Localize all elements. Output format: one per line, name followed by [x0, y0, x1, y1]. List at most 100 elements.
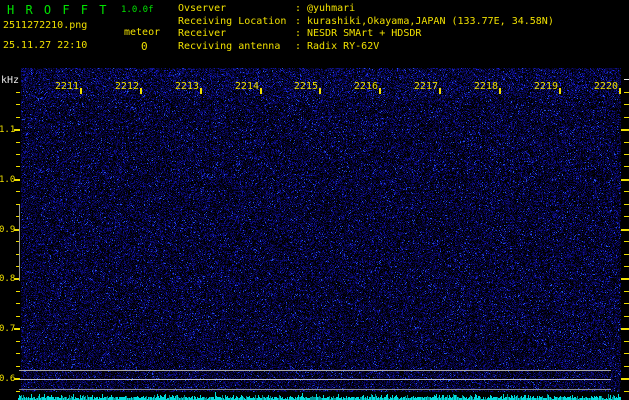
freq-minor-tick-right [624, 104, 629, 105]
info-separator: : [295, 16, 307, 29]
signal-level-strip-canvas [18, 392, 621, 400]
freq-minor-tick-left [16, 341, 20, 342]
freq-minor-tick-right [624, 92, 629, 93]
freq-minor-tick-left [16, 353, 20, 354]
freq-minor-tick-right [624, 204, 629, 205]
time-label: 2215 [278, 81, 318, 92]
freq-minor-tick-right [624, 291, 629, 292]
info-value: @yuhmari [307, 3, 355, 16]
freq-minor-tick-right [624, 79, 629, 80]
freq-minor-tick-left [16, 391, 20, 392]
info-row-location: Receiving Location: kurashiki,Okayama,JAP… [178, 16, 554, 29]
freq-axis-label: 1.1 [0, 125, 15, 135]
freq-minor-tick-right [624, 166, 629, 167]
marker-line [19, 205, 20, 281]
freq-minor-tick-left [16, 291, 20, 292]
freq-major-tick-right [621, 328, 629, 330]
info-label: Ovserver [178, 3, 295, 16]
info-row-antenna: Recviving antenna: Radix RY-62V [178, 41, 554, 54]
freq-minor-tick-right [624, 154, 629, 155]
info-separator: : [295, 28, 307, 41]
freq-minor-tick-right [624, 241, 629, 242]
freq-major-tick-right [621, 278, 629, 280]
freq-minor-tick-right [624, 366, 629, 367]
info-value: NESDR SMArt + HDSDR [307, 28, 421, 41]
freq-major-tick-right [621, 129, 629, 131]
time-label: 2220 [578, 81, 618, 92]
time-tick [499, 88, 501, 94]
screen: H R O F F T 1.0.0f 2511272210.png meteor… [0, 0, 629, 400]
mode-label: meteor [124, 27, 160, 38]
info-separator: : [295, 3, 307, 16]
freq-minor-tick-left [16, 366, 20, 367]
freq-axis-label: 0.8 [0, 274, 15, 284]
freq-minor-tick-left [16, 117, 20, 118]
time-tick [439, 88, 441, 94]
app-version-label: 1.0.0f [121, 5, 154, 15]
time-tick [619, 88, 621, 94]
meteor-count: 0 [141, 40, 148, 53]
freq-axis-label: 0.6 [0, 374, 15, 384]
carrier-line [19, 389, 611, 390]
freq-minor-tick-left [16, 316, 20, 317]
freq-minor-tick-left [16, 142, 20, 143]
time-label: 2213 [159, 81, 199, 92]
output-filename: 2511272210.png [3, 20, 87, 31]
freq-minor-tick-left [16, 166, 20, 167]
time-label: 2217 [398, 81, 438, 92]
freq-minor-tick-left [16, 191, 20, 192]
time-label: 2218 [458, 81, 498, 92]
freq-minor-tick-left [16, 303, 20, 304]
freq-minor-tick-right [624, 303, 629, 304]
time-tick [140, 88, 142, 94]
time-label: 2212 [99, 81, 139, 92]
freq-axis-label: 1.0 [0, 175, 15, 185]
freq-minor-tick-right [624, 316, 629, 317]
freq-minor-tick-right [624, 254, 629, 255]
time-tick [80, 88, 82, 94]
info-label: Receiver [178, 28, 295, 41]
info-label: Receiving Location [178, 16, 295, 29]
freq-major-tick-right [621, 378, 629, 380]
freq-major-tick-left [14, 179, 20, 181]
freq-minor-tick-right [624, 191, 629, 192]
freq-major-tick-right [621, 179, 629, 181]
carrier-line [19, 370, 611, 371]
time-label: 2219 [518, 81, 558, 92]
observation-info: Ovserver: @yuhmari Receiving Location: kur… [178, 3, 554, 53]
freq-major-tick-left [14, 129, 20, 131]
freq-minor-tick-right [624, 266, 629, 267]
freq-minor-tick-right [624, 117, 629, 118]
spectrogram-noise-canvas [21, 68, 621, 392]
frequency-unit-label: kHz [1, 75, 19, 86]
time-tick [260, 88, 262, 94]
time-tick [379, 88, 381, 94]
info-value: Radix RY-62V [307, 41, 379, 54]
time-tick [319, 88, 321, 94]
info-value: kurashiki,Okayama,JAPAN (133.77E, 34.58N… [307, 16, 554, 29]
app-title: H R O F F T [7, 3, 108, 17]
info-label: Recviving antenna [178, 41, 295, 54]
time-label: 2214 [219, 81, 259, 92]
info-separator: : [295, 41, 307, 54]
freq-minor-tick-left [16, 92, 20, 93]
freq-minor-tick-right [624, 391, 629, 392]
freq-major-tick-left [14, 328, 20, 330]
time-tick [200, 88, 202, 94]
time-tick [559, 88, 561, 94]
freq-minor-tick-right [624, 341, 629, 342]
info-row-receiver: Receiver: NESDR SMArt + HDSDR [178, 28, 554, 41]
freq-minor-tick-right [624, 142, 629, 143]
time-label: 2211 [39, 81, 79, 92]
freq-minor-tick-right [624, 216, 629, 217]
datetime-label: 25.11.27 22:10 [3, 40, 87, 51]
freq-major-tick-right [621, 229, 629, 231]
info-row-observer: Ovserver: @yuhmari [178, 3, 554, 16]
time-label: 2216 [338, 81, 378, 92]
freq-minor-tick-right [624, 353, 629, 354]
freq-minor-tick-left [16, 104, 20, 105]
carrier-line [19, 379, 611, 380]
freq-axis-label: 0.9 [0, 225, 15, 235]
freq-minor-tick-left [16, 154, 20, 155]
freq-axis-label: 0.7 [0, 324, 15, 334]
